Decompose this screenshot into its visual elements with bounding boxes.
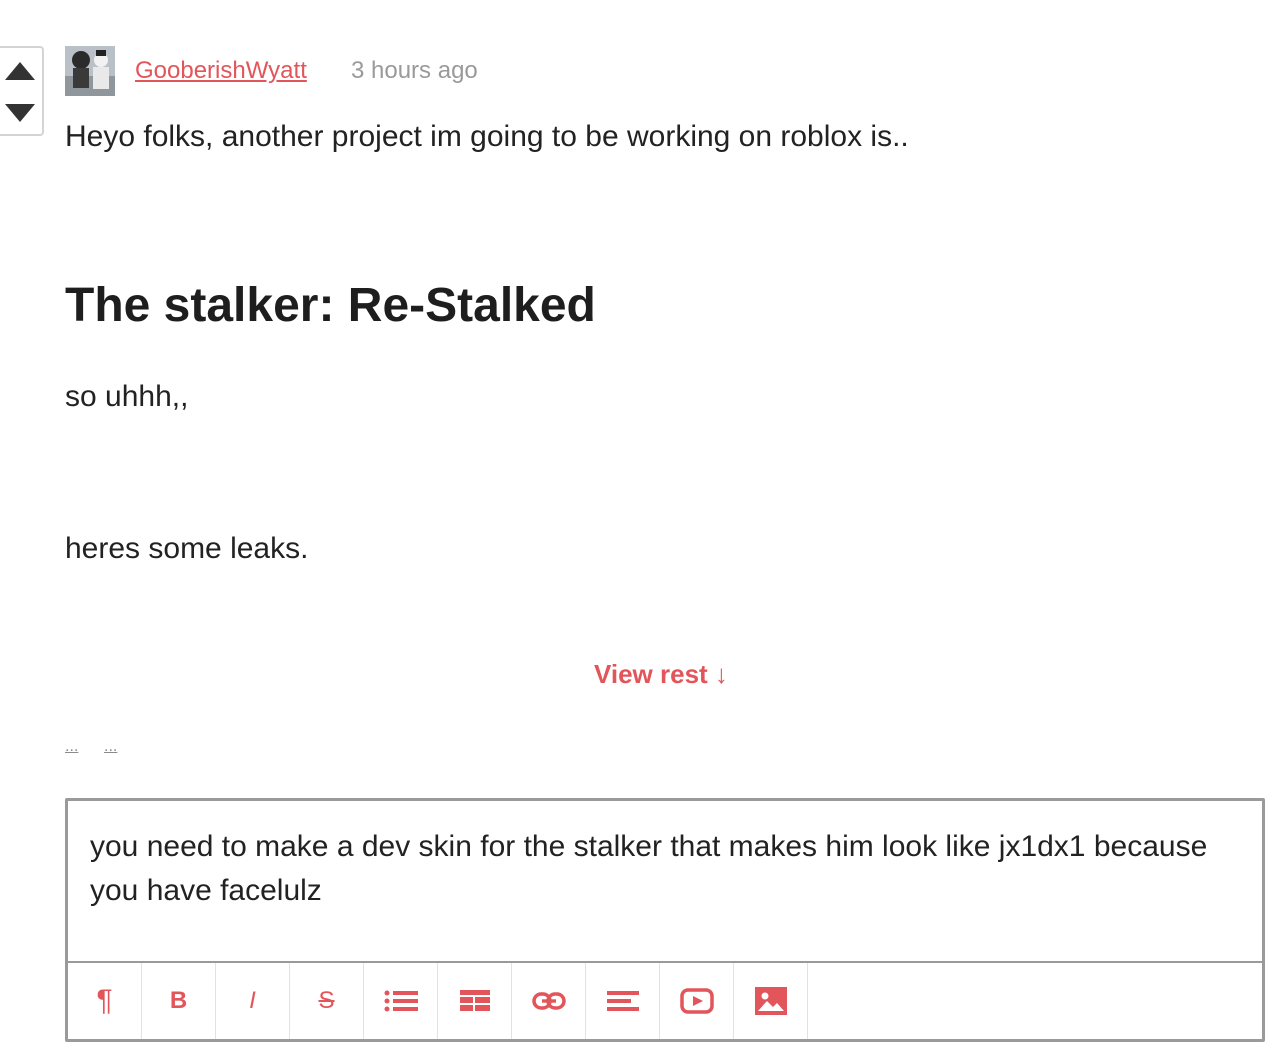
bullet-list-icon [384, 990, 418, 1012]
align-left-icon [606, 991, 639, 1011]
view-rest-link[interactable]: View rest ↓ [594, 659, 728, 690]
italic-icon: I [249, 987, 256, 1014]
link-button[interactable] [512, 963, 586, 1039]
video-icon [679, 988, 714, 1014]
align-button[interactable] [586, 963, 660, 1039]
reply-editor: you need to make a dev skin for the stal… [65, 798, 1265, 1042]
vote-box [0, 46, 44, 136]
strikethrough-button[interactable]: S [290, 963, 364, 1039]
timestamp: 3 hours ago [351, 57, 478, 84]
italic-button[interactable]: I [216, 963, 290, 1039]
comment-heading: The stalker: Re-Stalked [65, 279, 596, 332]
avatar[interactable] [65, 46, 115, 96]
table-button[interactable] [438, 963, 512, 1039]
comment-line: so uhhh,, [65, 380, 189, 413]
reply-textarea[interactable]: you need to make a dev skin for the stal… [90, 825, 1250, 913]
image-icon [754, 987, 787, 1015]
link-icon [531, 992, 566, 1010]
author-link[interactable]: GooberishWyatt [135, 57, 307, 85]
pilcrow-icon: ¶ [96, 984, 113, 1017]
comment-line: heres some leaks. [65, 532, 309, 565]
bold-icon: B [169, 987, 188, 1014]
upvote-arrow-icon[interactable] [4, 60, 36, 82]
paragraph-button[interactable]: ¶ [68, 963, 142, 1039]
video-button[interactable] [660, 963, 734, 1039]
more-link[interactable]: ... [104, 738, 117, 756]
more-link[interactable]: ... [65, 738, 78, 756]
strikethrough-icon: S [318, 987, 335, 1014]
bullet-list-button[interactable] [364, 963, 438, 1039]
editor-toolbar: ¶ B I S [68, 961, 1262, 1039]
image-button[interactable] [734, 963, 808, 1039]
bold-button[interactable]: B [142, 963, 216, 1039]
table-icon [459, 990, 490, 1011]
comment-intro: Heyo folks, another project im going to … [65, 120, 909, 153]
downvote-arrow-icon[interactable] [4, 102, 36, 124]
